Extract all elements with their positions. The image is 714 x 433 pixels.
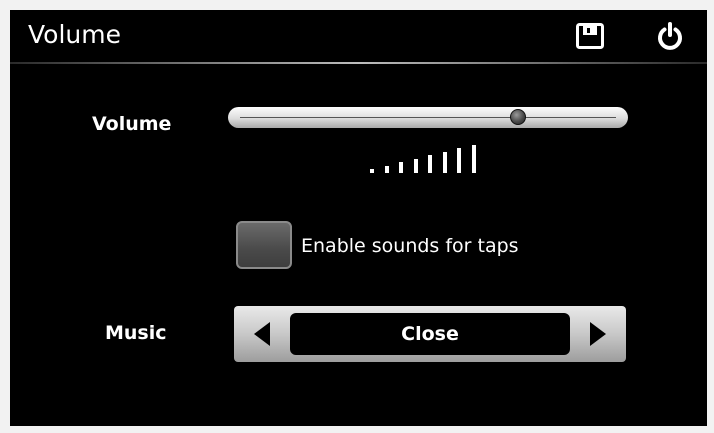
music-next-button[interactable] [570, 306, 626, 362]
volume-settings-screen: Volume Volume Enable sounds for taps Mus… [10, 10, 707, 426]
volume-level-bar [442, 151, 447, 173]
volume-level-bar [428, 155, 432, 173]
volume-slider-thumb[interactable] [510, 109, 527, 125]
tap-sounds-label[interactable]: Enable sounds for taps [301, 235, 519, 257]
page-title: Volume [28, 20, 121, 49]
save-icon [576, 23, 604, 49]
volume-slider-track [240, 117, 616, 118]
music-prev-button[interactable] [234, 306, 290, 362]
power-icon [658, 22, 682, 50]
volume-level-bar [471, 145, 476, 173]
volume-slider[interactable] [228, 107, 628, 128]
power-button[interactable] [652, 18, 688, 54]
volume-level-bar [384, 165, 389, 173]
triangle-left-icon [254, 322, 270, 346]
save-button[interactable] [572, 18, 608, 54]
volume-level-bar [399, 162, 403, 173]
tap-sounds-checkbox[interactable] [236, 221, 292, 269]
header-bar: Volume [10, 10, 707, 62]
volume-label: Volume [92, 113, 172, 135]
volume-level-indicator [370, 145, 490, 173]
music-value: Close [290, 313, 570, 355]
header-divider [10, 62, 707, 64]
volume-level-bar [457, 148, 461, 173]
volume-level-bar [413, 158, 418, 173]
volume-level-bar [370, 169, 374, 173]
music-selector: Close [234, 306, 626, 362]
music-label: Music [105, 322, 167, 344]
triangle-right-icon [590, 322, 606, 346]
